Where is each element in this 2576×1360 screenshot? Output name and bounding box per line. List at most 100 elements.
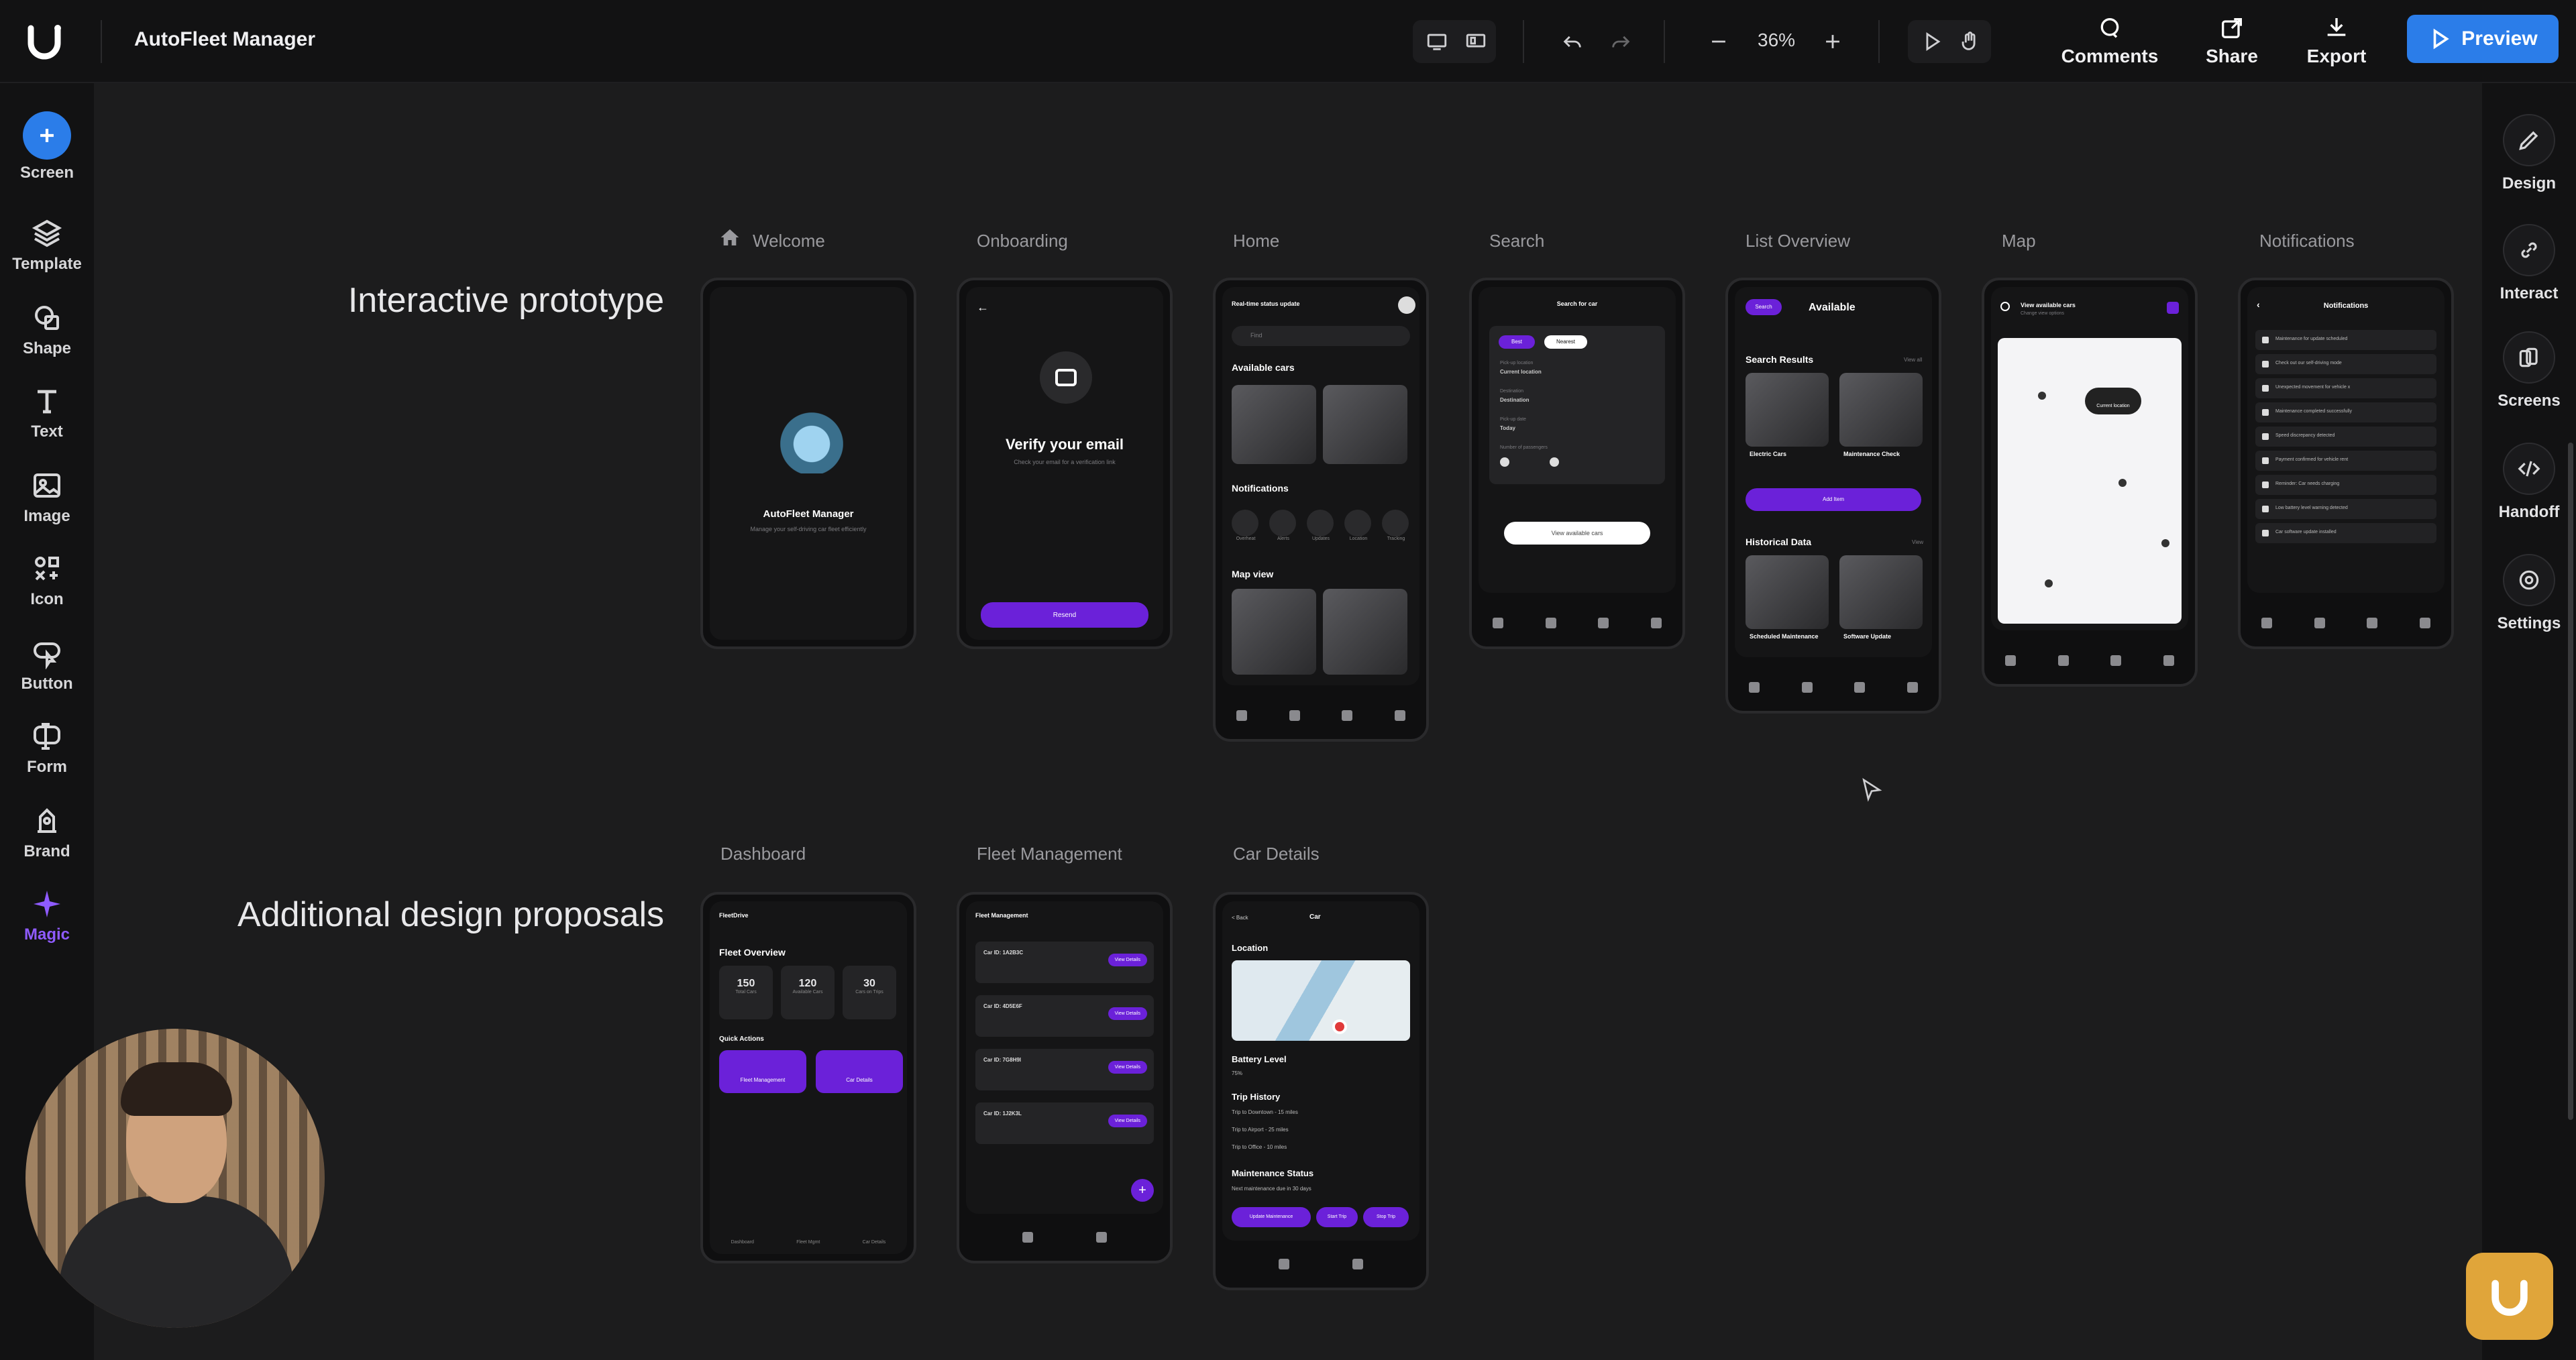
start-trip-button[interactable]: Start Trip — [1316, 1207, 1358, 1227]
interact-tab[interactable]: Interact — [2482, 224, 2576, 303]
car-marker[interactable] — [2038, 392, 2046, 400]
shape-tool[interactable]: Shape — [0, 302, 94, 358]
phone-map[interactable]: View available cars Change view options … — [1982, 278, 2198, 687]
notification-item[interactable]: Maintenance completed successfully — [2255, 402, 2436, 422]
screen-label-search[interactable]: Search — [1489, 231, 1544, 251]
view-details-button[interactable]: View Details — [1108, 1115, 1147, 1127]
screen-label-welcome[interactable]: Welcome — [753, 231, 825, 251]
info-icon[interactable] — [2419, 618, 2430, 628]
project-title[interactable]: AutoFleet Manager — [134, 28, 315, 51]
tools-icon[interactable] — [2110, 655, 2122, 666]
heart-icon[interactable] — [2057, 655, 2069, 666]
phone-home[interactable]: Real-time status update Find Available c… — [1213, 278, 1429, 742]
zoom-in-icon[interactable] — [1815, 24, 1850, 59]
phone-fleet-management[interactable]: Fleet Management Car ID: 1A2B3C View Deta… — [957, 892, 1173, 1263]
tools-icon[interactable] — [1854, 682, 1866, 693]
tools-icon[interactable] — [1598, 618, 1609, 628]
handoff-tab[interactable]: Handoff — [2482, 443, 2576, 522]
screen-label-list-overview[interactable]: List Overview — [1746, 231, 1850, 251]
preview-button[interactable]: Preview — [2407, 15, 2559, 63]
screen-label-fleet-management[interactable]: Fleet Management — [977, 844, 1122, 864]
info-icon[interactable] — [1907, 682, 1918, 693]
phone-welcome[interactable]: AutoFleet Manager Manage your self-drivi… — [700, 278, 916, 649]
add-screen-button[interactable]: Screen — [0, 111, 94, 182]
search-chip[interactable]: Search — [1746, 299, 1782, 315]
car-card[interactable] — [1232, 385, 1316, 464]
screen-label-home[interactable]: Home — [1233, 231, 1279, 251]
location-map[interactable] — [1232, 960, 1410, 1041]
view-link[interactable]: View — [1912, 539, 1923, 545]
notification-item[interactable]: Speed discrepancy detected — [2255, 427, 2436, 447]
notification-item[interactable]: Car software update installed — [2255, 523, 2436, 543]
info-icon[interactable] — [2163, 655, 2174, 666]
view-all-link[interactable]: View all — [1904, 357, 1922, 363]
zoom-level[interactable]: 36% — [1758, 30, 1795, 51]
category-item[interactable]: Overheat — [1232, 510, 1260, 547]
date-field[interactable]: Today — [1500, 425, 1515, 431]
nav-dashboard[interactable]: Dashboard — [731, 1240, 754, 1245]
export-button[interactable]: Export — [2279, 12, 2394, 72]
back-arrow-icon[interactable]: ← — [977, 300, 989, 315]
help-chat-button[interactable] — [2466, 1253, 2553, 1340]
nav-fleet[interactable]: Fleet Mgmt — [796, 1240, 820, 1245]
icon-tool[interactable]: Icon — [0, 553, 94, 609]
fleet-management-action[interactable]: Fleet Management — [719, 1050, 806, 1093]
nav-car-details[interactable]: Car Details — [863, 1240, 886, 1245]
history-card[interactable] — [1746, 555, 1829, 629]
undo-icon[interactable] — [1555, 24, 1590, 59]
passenger-stepper[interactable] — [1500, 457, 1567, 468]
add-item-button[interactable]: Add Item — [1746, 488, 1921, 511]
car-icon[interactable] — [1236, 710, 1248, 721]
phone-list-overview[interactable]: Search Available Search Results View all… — [1725, 278, 1941, 714]
view-details-button[interactable]: View Details — [1108, 1061, 1147, 1074]
avatar[interactable] — [1398, 296, 1415, 314]
tools-icon[interactable] — [1342, 710, 1353, 721]
screen-label-car-details[interactable]: Car Details — [1233, 844, 1320, 864]
search-icon[interactable] — [2000, 302, 2010, 311]
notification-item[interactable]: Unexpected movement for vehicle x — [2255, 378, 2436, 398]
car-icon[interactable] — [2005, 655, 2017, 666]
car-card[interactable] — [1323, 385, 1407, 464]
share-button[interactable]: Share — [2175, 12, 2289, 72]
fleet-row[interactable]: Car ID: 1A2B3C View Details — [975, 942, 1154, 983]
app-logo-icon[interactable] — [23, 20, 66, 63]
comments-button[interactable]: Comments — [2053, 12, 2167, 72]
notification-item[interactable]: Low battery level warning detected — [2255, 499, 2436, 519]
add-car-fab-icon[interactable]: + — [1131, 1179, 1154, 1202]
phone-onboarding[interactable]: ← Verify your email Check your email for… — [957, 278, 1173, 649]
phone-dashboard[interactable]: FleetDrive Fleet Overview 150 Total Cars … — [700, 892, 916, 1263]
car-details-action[interactable]: Car Details — [816, 1050, 903, 1093]
fleet-row[interactable]: Car ID: 7G8H9I View Details — [975, 1049, 1154, 1090]
category-item[interactable]: Alerts — [1269, 510, 1297, 547]
car-icon[interactable] — [1279, 1259, 1289, 1269]
screen-label-map[interactable]: Map — [2002, 231, 2036, 251]
grid-view-icon[interactable] — [1458, 24, 1493, 59]
map-card[interactable] — [1323, 589, 1407, 675]
notification-item[interactable]: Reminder: Car needs charging — [2255, 475, 2436, 495]
resend-button[interactable]: Resend — [981, 602, 1148, 628]
map-view[interactable]: Current location — [1998, 338, 2182, 624]
screen-label-onboarding[interactable]: Onboarding — [977, 231, 1068, 251]
info-icon[interactable] — [1650, 618, 1662, 628]
play-mode-icon[interactable] — [1915, 24, 1949, 59]
home-icon[interactable] — [1022, 1232, 1033, 1243]
heart-icon[interactable] — [1545, 618, 1556, 628]
heart-icon[interactable] — [2314, 618, 2325, 628]
category-item[interactable]: Location — [1344, 510, 1373, 547]
car-marker[interactable] — [2118, 479, 2127, 487]
car-icon[interactable] — [2261, 618, 2273, 628]
filter-icon[interactable] — [2167, 302, 2179, 314]
magic-tool[interactable]: Magic — [0, 888, 94, 944]
fleet-row[interactable]: Car ID: 1J2K3L View Details — [975, 1102, 1154, 1144]
tools-icon[interactable] — [2367, 618, 2378, 628]
view-details-button[interactable]: View Details — [1108, 954, 1147, 966]
notification-item[interactable]: Payment confirmed for vehicle rent — [2255, 451, 2436, 471]
category-item[interactable]: Updates — [1307, 510, 1335, 547]
update-maintenance-button[interactable]: Update Maintenance — [1232, 1207, 1311, 1227]
result-card[interactable] — [1839, 373, 1923, 447]
car-marker[interactable] — [2161, 539, 2169, 547]
phone-search[interactable]: Search for car Best Nearest Pick-up loca… — [1469, 278, 1685, 649]
tab-best[interactable]: Best — [1499, 335, 1535, 349]
form-tool[interactable]: Form — [0, 720, 94, 777]
fleet-row[interactable]: Car ID: 4D5E6F View Details — [975, 995, 1154, 1037]
